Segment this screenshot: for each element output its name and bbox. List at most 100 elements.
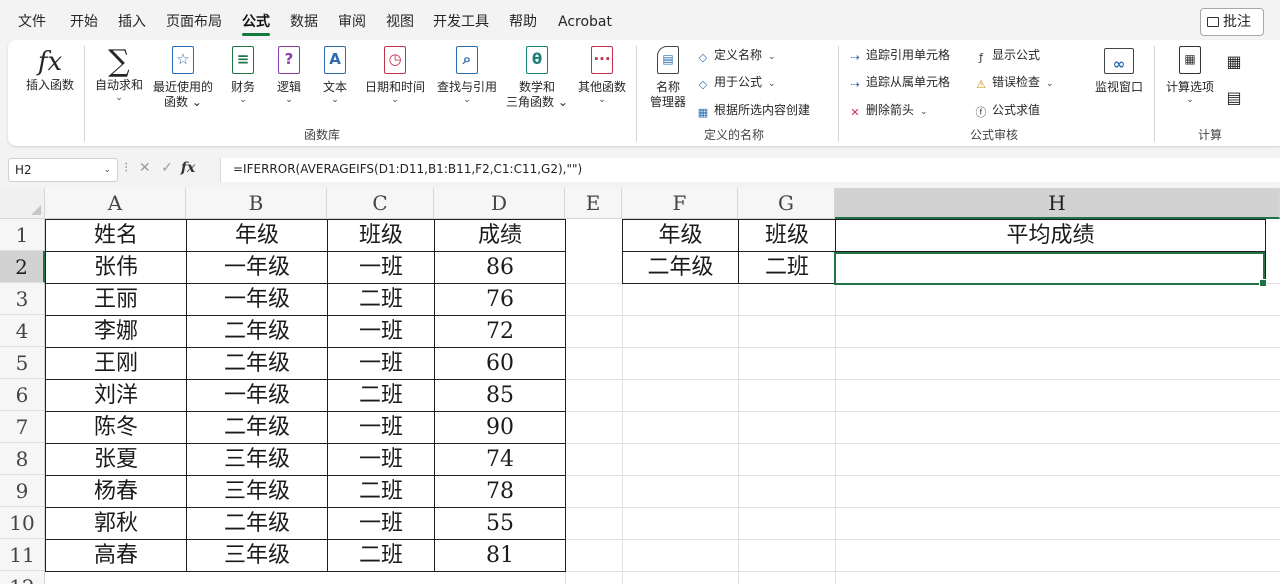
class-cell[interactable]: 二班: [327, 539, 435, 572]
class-cell[interactable]: 二班: [327, 283, 435, 316]
score-cell[interactable]: 85: [434, 379, 566, 412]
insert-function-icon[interactable]: fx: [181, 160, 195, 176]
autosum-button[interactable]: ∑ 自动求和 ⌄: [92, 46, 146, 104]
grade-cell[interactable]: 三年级: [186, 539, 328, 572]
lookup-reference-button[interactable]: ⌕ 查找与引用 ⌄: [432, 46, 502, 105]
row-header-7[interactable]: 7: [0, 411, 45, 443]
tab-review[interactable]: 审阅: [338, 12, 366, 32]
criteria-header-class[interactable]: 班级: [738, 219, 836, 252]
score-cell[interactable]: 72: [434, 315, 566, 348]
create-from-selection-button[interactable]: ▦ 根据所选内容创建: [696, 101, 810, 120]
grade-cell[interactable]: 三年级: [186, 443, 328, 476]
row-header-6[interactable]: 6: [0, 379, 45, 411]
row-header-11[interactable]: 11: [0, 539, 45, 571]
show-formulas-button[interactable]: ƒ 显示公式: [974, 46, 1040, 65]
row-header-3[interactable]: 3: [0, 283, 45, 315]
class-cell[interactable]: 一班: [327, 347, 435, 380]
class-cell[interactable]: 一班: [327, 251, 435, 284]
criteria-header-average[interactable]: 平均成绩: [835, 219, 1266, 252]
column-header-d[interactable]: D: [434, 188, 565, 219]
score-cell[interactable]: 90: [434, 411, 566, 444]
score-cell[interactable]: 55: [434, 507, 566, 540]
row-header-8[interactable]: 8: [0, 443, 45, 475]
insert-function-button[interactable]: fx 插入函数: [22, 46, 78, 93]
class-cell[interactable]: 二班: [327, 475, 435, 508]
define-name-button[interactable]: ◇ 定义名称 ⌄: [696, 46, 776, 66]
tab-file[interactable]: 文件: [18, 12, 46, 32]
text-button[interactable]: A 文本 ⌄: [316, 46, 354, 105]
row-header-12[interactable]: 12: [0, 571, 45, 584]
formula-input[interactable]: =IFERROR(AVERAGEIFS(D1:D11,B1:B11,F2,C1:…: [220, 158, 1280, 182]
financial-button[interactable]: ≡ 财务 ⌄: [224, 46, 262, 105]
header-cell-grade[interactable]: 年级: [186, 219, 328, 252]
row-header-5[interactable]: 5: [0, 347, 45, 379]
grade-cell[interactable]: 二年级: [186, 315, 328, 348]
name-cell[interactable]: 陈冬: [45, 411, 187, 444]
worksheet-grid[interactable]: A B C D E F G H 1 2 3 4 5 6 7 8 9 10 11 …: [0, 188, 1280, 584]
cancel-icon[interactable]: ✕: [139, 160, 151, 176]
evaluate-formula-button[interactable]: ⓕ 公式求值: [974, 101, 1041, 120]
tab-help[interactable]: 帮助: [509, 12, 537, 32]
class-cell[interactable]: 一班: [327, 411, 435, 444]
tab-page-layout[interactable]: 页面布局: [166, 12, 222, 32]
row-header-2[interactable]: 2: [0, 251, 45, 283]
tab-data[interactable]: 数据: [290, 12, 318, 32]
header-cell-class[interactable]: 班级: [327, 219, 435, 252]
name-cell[interactable]: 杨春: [45, 475, 187, 508]
header-cell-name[interactable]: 姓名: [45, 219, 187, 252]
name-manager-button[interactable]: ▤ 名称 管理器: [644, 46, 692, 110]
more-options-icon[interactable]: ⁝: [124, 160, 128, 176]
more-functions-button[interactable]: ··· 其他函数 ⌄: [574, 46, 630, 105]
score-cell[interactable]: 78: [434, 475, 566, 508]
column-header-a[interactable]: A: [45, 188, 186, 219]
name-cell[interactable]: 李娜: [45, 315, 187, 348]
score-cell[interactable]: 74: [434, 443, 566, 476]
name-cell[interactable]: 王刚: [45, 347, 187, 380]
criteria-header-grade[interactable]: 年级: [622, 219, 739, 252]
class-cell[interactable]: 一班: [327, 507, 435, 540]
datetime-button[interactable]: ◷ 日期和时间 ⌄: [360, 46, 430, 105]
trace-dependents-button[interactable]: ⇢ 追踪从属单元格: [848, 73, 950, 92]
remove-arrows-button[interactable]: ✕ 删除箭头 ⌄: [848, 101, 927, 121]
criteria-class-cell[interactable]: 二班: [738, 251, 836, 284]
grade-cell[interactable]: 一年级: [186, 379, 328, 412]
grade-cell[interactable]: 一年级: [186, 283, 328, 316]
name-cell[interactable]: 张伟: [45, 251, 187, 284]
comments-button[interactable]: 批注: [1200, 8, 1264, 36]
tab-insert[interactable]: 插入: [118, 12, 146, 32]
select-all-button[interactable]: [0, 188, 45, 219]
trace-precedents-button[interactable]: ⇢ 追踪引用单元格: [848, 46, 950, 65]
score-cell[interactable]: 81: [434, 539, 566, 572]
column-header-e[interactable]: E: [565, 188, 622, 219]
score-cell[interactable]: 60: [434, 347, 566, 380]
tab-formulas[interactable]: 公式: [242, 12, 270, 36]
use-in-formula-button[interactable]: ◇ 用于公式 ⌄: [696, 73, 776, 93]
column-header-h[interactable]: H: [835, 188, 1280, 219]
row-header-1[interactable]: 1: [0, 219, 45, 251]
error-checking-button[interactable]: ⚠ 错误检查 ⌄: [974, 73, 1054, 93]
recent-functions-button[interactable]: ☆ 最近使用的 函数 ⌄: [150, 46, 216, 110]
grade-cell[interactable]: 二年级: [186, 507, 328, 540]
calculate-now-icon[interactable]: ▦: [1224, 52, 1244, 71]
row-header-9[interactable]: 9: [0, 475, 45, 507]
score-cell[interactable]: 86: [434, 251, 566, 284]
tab-view[interactable]: 视图: [386, 12, 414, 32]
column-header-f[interactable]: F: [622, 188, 738, 219]
class-cell[interactable]: 一班: [327, 443, 435, 476]
name-cell[interactable]: 张夏: [45, 443, 187, 476]
average-result-cell[interactable]: [835, 251, 1266, 284]
logical-button[interactable]: ? 逻辑 ⌄: [270, 46, 308, 105]
tab-developer[interactable]: 开发工具: [433, 12, 489, 32]
class-cell[interactable]: 一班: [327, 315, 435, 348]
calculation-options-button[interactable]: ▦ 计算选项 ⌄: [1162, 46, 1218, 105]
grade-cell[interactable]: 三年级: [186, 475, 328, 508]
score-cell[interactable]: 76: [434, 283, 566, 316]
name-box[interactable]: H2 ⌄: [8, 158, 118, 182]
column-header-b[interactable]: B: [186, 188, 327, 219]
grade-cell[interactable]: 二年级: [186, 411, 328, 444]
name-cell[interactable]: 王丽: [45, 283, 187, 316]
criteria-grade-cell[interactable]: 二年级: [622, 251, 739, 284]
column-header-c[interactable]: C: [327, 188, 434, 219]
grade-cell[interactable]: 一年级: [186, 251, 328, 284]
math-trig-button[interactable]: θ 数学和 三角函数 ⌄: [502, 46, 572, 110]
